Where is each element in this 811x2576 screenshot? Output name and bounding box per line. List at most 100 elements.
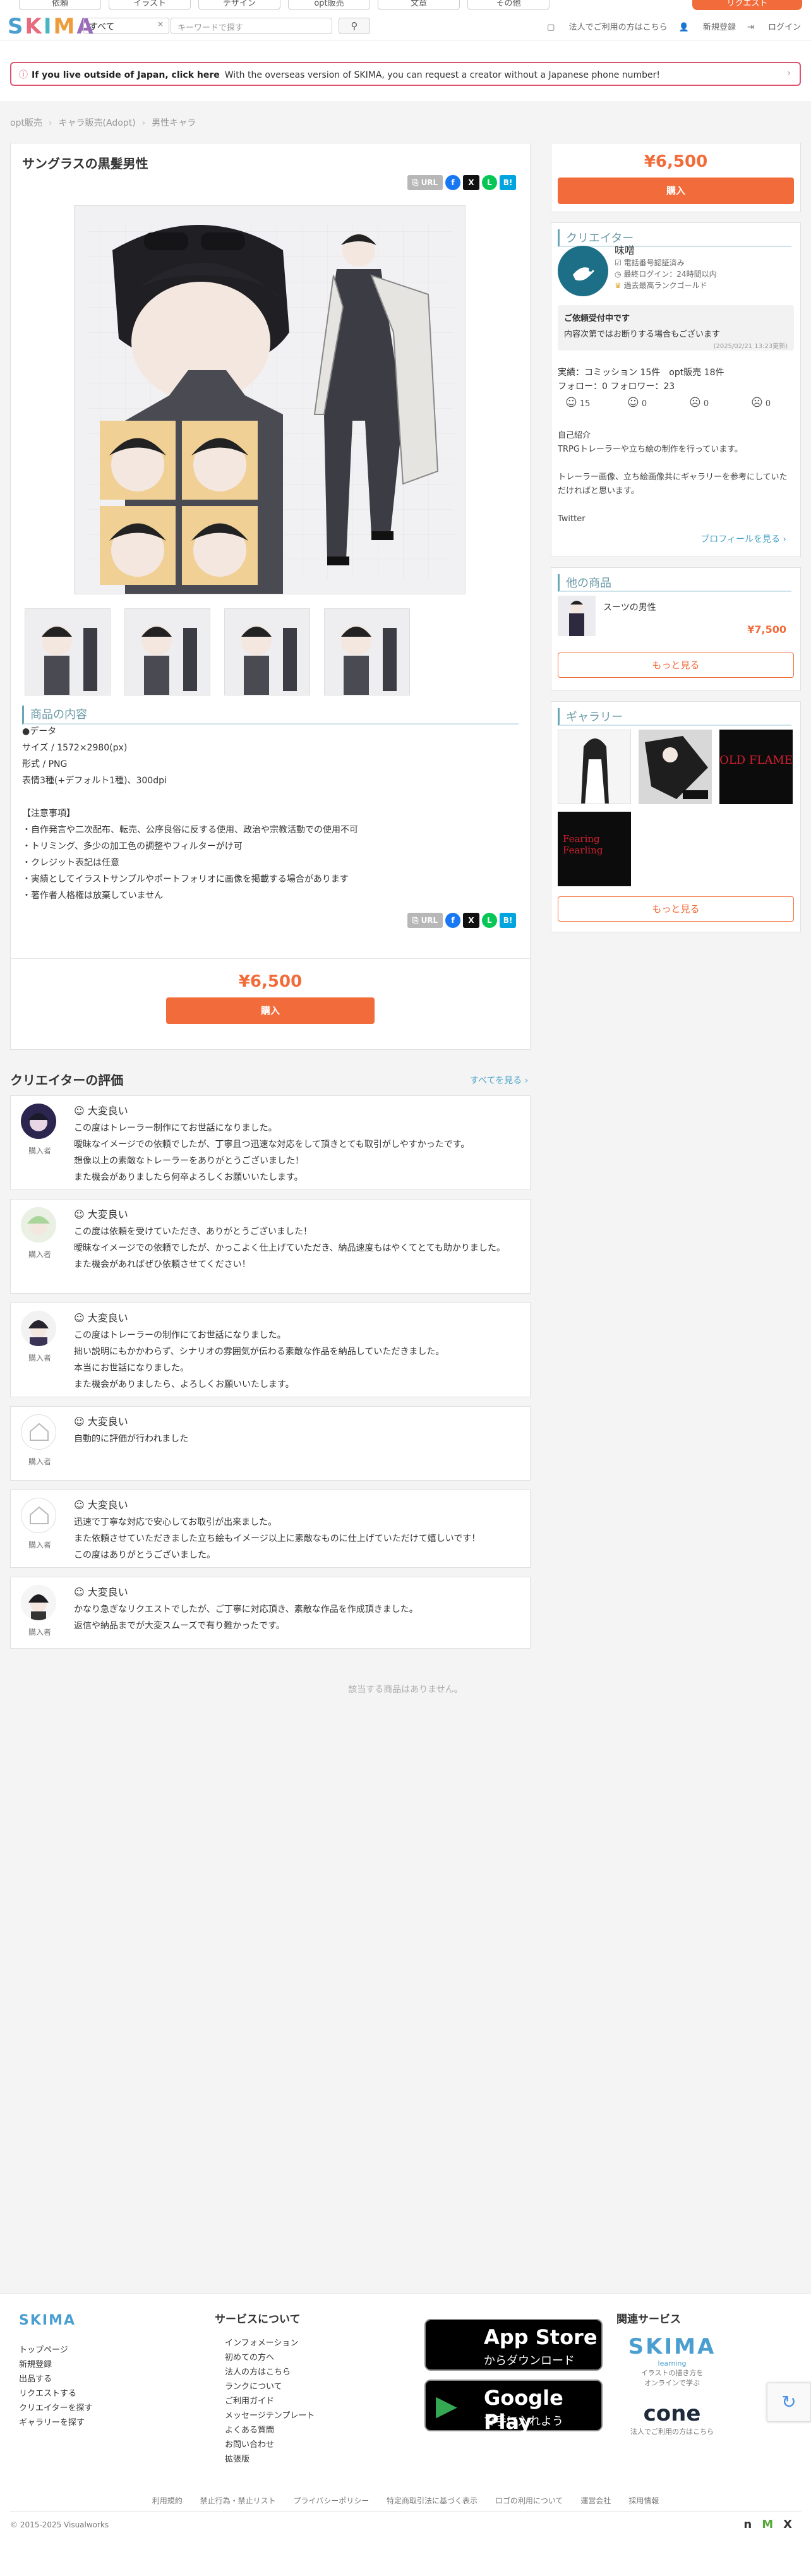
search-button[interactable]: ⚲: [339, 18, 370, 34]
footer-link[interactable]: ランクについて: [215, 2380, 315, 2394]
sidebar-price-card: ¥6,500 購入: [551, 143, 801, 212]
creator-heading: クリエイター: [558, 229, 791, 247]
happy-face-icon: ☺: [74, 1416, 88, 1428]
close-icon[interactable]: ×: [157, 20, 164, 28]
gallery-thumbnail[interactable]: OLD FLAME: [719, 730, 793, 804]
related-services-title: 関連サービス: [616, 2313, 681, 2326]
misskey-icon[interactable]: M: [762, 2518, 773, 2531]
sidebar-buy-button[interactable]: 購入: [558, 178, 794, 204]
footer-link[interactable]: 初めての方へ: [215, 2350, 315, 2365]
x-share-button[interactable]: X: [463, 175, 479, 190]
gallery-thumbnail[interactable]: [558, 730, 631, 804]
footer-link[interactable]: 法人の方はこちら: [215, 2365, 315, 2380]
creator-name[interactable]: 味噌: [615, 242, 635, 257]
skima-learning-link[interactable]: SKIMA learning イラストの描き方を オンラインで学ぶ: [625, 2334, 719, 2388]
corporate-link[interactable]: ▢ 法人でご利用の方はこちら: [547, 20, 667, 32]
breadcrumb-item[interactable]: 男性キャラ: [152, 118, 196, 128]
facebook-share-button[interactable]: f: [445, 913, 460, 928]
category-select[interactable]: すべて ×: [83, 18, 169, 34]
corporate-link-label: 法人でご利用の方はこちら: [568, 23, 668, 32]
category-tab[interactable]: その他: [467, 0, 550, 10]
skima-logo[interactable]: SKIMA: [8, 14, 95, 39]
app-store-title: App Store: [484, 2325, 598, 2349]
login-link[interactable]: ⇥ ログイン: [747, 20, 801, 32]
search-input[interactable]: キーワードで探す: [171, 18, 332, 34]
note-icon[interactable]: n: [743, 2518, 752, 2531]
reviewer-avatar[interactable]: [21, 1311, 56, 1346]
footer-bottom-link[interactable]: 利用規約: [152, 2496, 183, 2505]
reviews-see-all-link[interactable]: すべてを見る ›: [470, 1074, 528, 1086]
footer-bottom-link[interactable]: 採用情報: [628, 2496, 659, 2505]
gallery-more-button[interactable]: もっと見る: [558, 896, 794, 922]
product-card: サングラスの黒髪男性 ⎘ URL f X L B! 商品の内容 ●データ サイズ…: [10, 143, 531, 1050]
breadcrumb-item[interactable]: キャラ販売(Adopt): [59, 118, 136, 128]
hatena-share-button[interactable]: B!: [500, 175, 516, 190]
signup-link[interactable]: 👤 新規登録: [679, 20, 736, 32]
facebook-share-button[interactable]: f: [445, 175, 460, 190]
footer-link[interactable]: メッセージテンプレート: [215, 2409, 315, 2423]
suit-man-thumbnail: [569, 601, 584, 636]
footer-link[interactable]: 拡張版: [215, 2452, 315, 2467]
thumbnail-image[interactable]: [25, 608, 111, 695]
gallery-thumbnail[interactable]: Fearing Fearling: [558, 812, 631, 886]
gallery-thumbnail[interactable]: [639, 730, 712, 804]
reviewer-avatar[interactable]: [21, 1207, 56, 1243]
request-button[interactable]: リクエスト: [692, 0, 802, 10]
x-icon[interactable]: X: [783, 2518, 792, 2531]
gallery-card: ギャラリー OLD FLAME Fearing Fearling もっと見る: [551, 701, 801, 932]
overseas-banner[interactable]: ⓘ If you live outside of Japan, click her…: [10, 62, 801, 86]
thumbnail-art: [225, 609, 309, 695]
footer-link[interactable]: ご利用ガイド: [215, 2394, 315, 2409]
footer-link[interactable]: 出品する: [19, 2372, 92, 2386]
search-icon: ⚲: [351, 20, 358, 32]
category-tab[interactable]: 文章: [378, 0, 460, 10]
footer-logo[interactable]: SKIMA: [19, 2313, 76, 2328]
hatena-share-button[interactable]: B!: [500, 913, 516, 928]
best-rank-label: 過去最高ランクゴールド: [623, 281, 707, 290]
footer-link[interactable]: リクエストする: [19, 2386, 92, 2401]
reviewer-avatar[interactable]: [21, 1585, 56, 1620]
reviewer-avatar[interactable]: [21, 1104, 56, 1139]
footer-link[interactable]: お問い合わせ: [215, 2438, 315, 2452]
breadcrumb-item[interactable]: opt販売: [10, 118, 42, 128]
line-share-button[interactable]: L: [482, 175, 497, 190]
footer-bottom-link[interactable]: プライバシーポリシー: [293, 2496, 369, 2505]
thumbnail-image[interactable]: [124, 608, 210, 695]
footer-bottom-link[interactable]: 特定商取引法に基づく表示: [387, 2496, 478, 2505]
recaptcha-badge[interactable]: ↻: [767, 2383, 811, 2422]
thumbnail-image[interactable]: [324, 608, 410, 695]
cone-link[interactable]: cone 法人でご利用の方はこちら: [625, 2401, 719, 2436]
app-store-button[interactable]: App Store からダウンロード: [424, 2319, 603, 2371]
rating-summary: ☺ 15 ☺ 0 ☹ 0 ☹ 0: [565, 396, 811, 409]
google-play-button[interactable]: ▶ Google Play で手に入れよう: [424, 2380, 603, 2434]
x-share-button[interactable]: X: [463, 913, 479, 928]
category-tab[interactable]: opt販売: [288, 0, 370, 10]
footer-link[interactable]: クリエイターを探す: [19, 2401, 92, 2416]
reviewer-avatar[interactable]: [21, 1498, 56, 1533]
footer-bottom-link[interactable]: ロゴの利用について: [495, 2496, 563, 2505]
view-profile-link[interactable]: プロフィールを見る ›: [700, 533, 786, 545]
category-tab[interactable]: 依頼: [19, 0, 101, 10]
other-item-thumbnail[interactable]: [558, 596, 596, 636]
creator-avatar[interactable]: [558, 246, 608, 296]
buy-button[interactable]: 購入: [166, 997, 375, 1024]
category-tab[interactable]: デザイン: [198, 0, 280, 10]
footer-link[interactable]: ギャラリーを探す: [19, 2416, 92, 2430]
other-items-more-button[interactable]: もっと見る: [558, 653, 794, 678]
footer-bottom-link[interactable]: 禁止行為・禁止リスト: [200, 2496, 276, 2505]
other-item-name[interactable]: スーツの男性: [603, 601, 656, 613]
footer-link[interactable]: 新規登録: [19, 2357, 92, 2372]
line-share-button[interactable]: L: [482, 913, 497, 928]
copy-url-button[interactable]: ⎘ URL: [407, 913, 443, 928]
reviewer-avatar[interactable]: [21, 1414, 56, 1450]
footer-bottom-link[interactable]: 運営会社: [580, 2496, 611, 2505]
footer-link[interactable]: インフォメーション: [215, 2336, 315, 2350]
copy-url-button[interactable]: ⎘ URL: [407, 175, 443, 190]
product-main-image[interactable]: [74, 205, 466, 594]
footer-link[interactable]: よくある質問: [215, 2423, 315, 2438]
thumbnail-image[interactable]: [224, 608, 310, 695]
footer-link[interactable]: トップページ: [19, 2343, 92, 2357]
footer-divider: [10, 2511, 801, 2512]
gallery-tile-text: OLD FLAME: [719, 754, 793, 767]
category-tab[interactable]: イラスト: [109, 0, 191, 10]
